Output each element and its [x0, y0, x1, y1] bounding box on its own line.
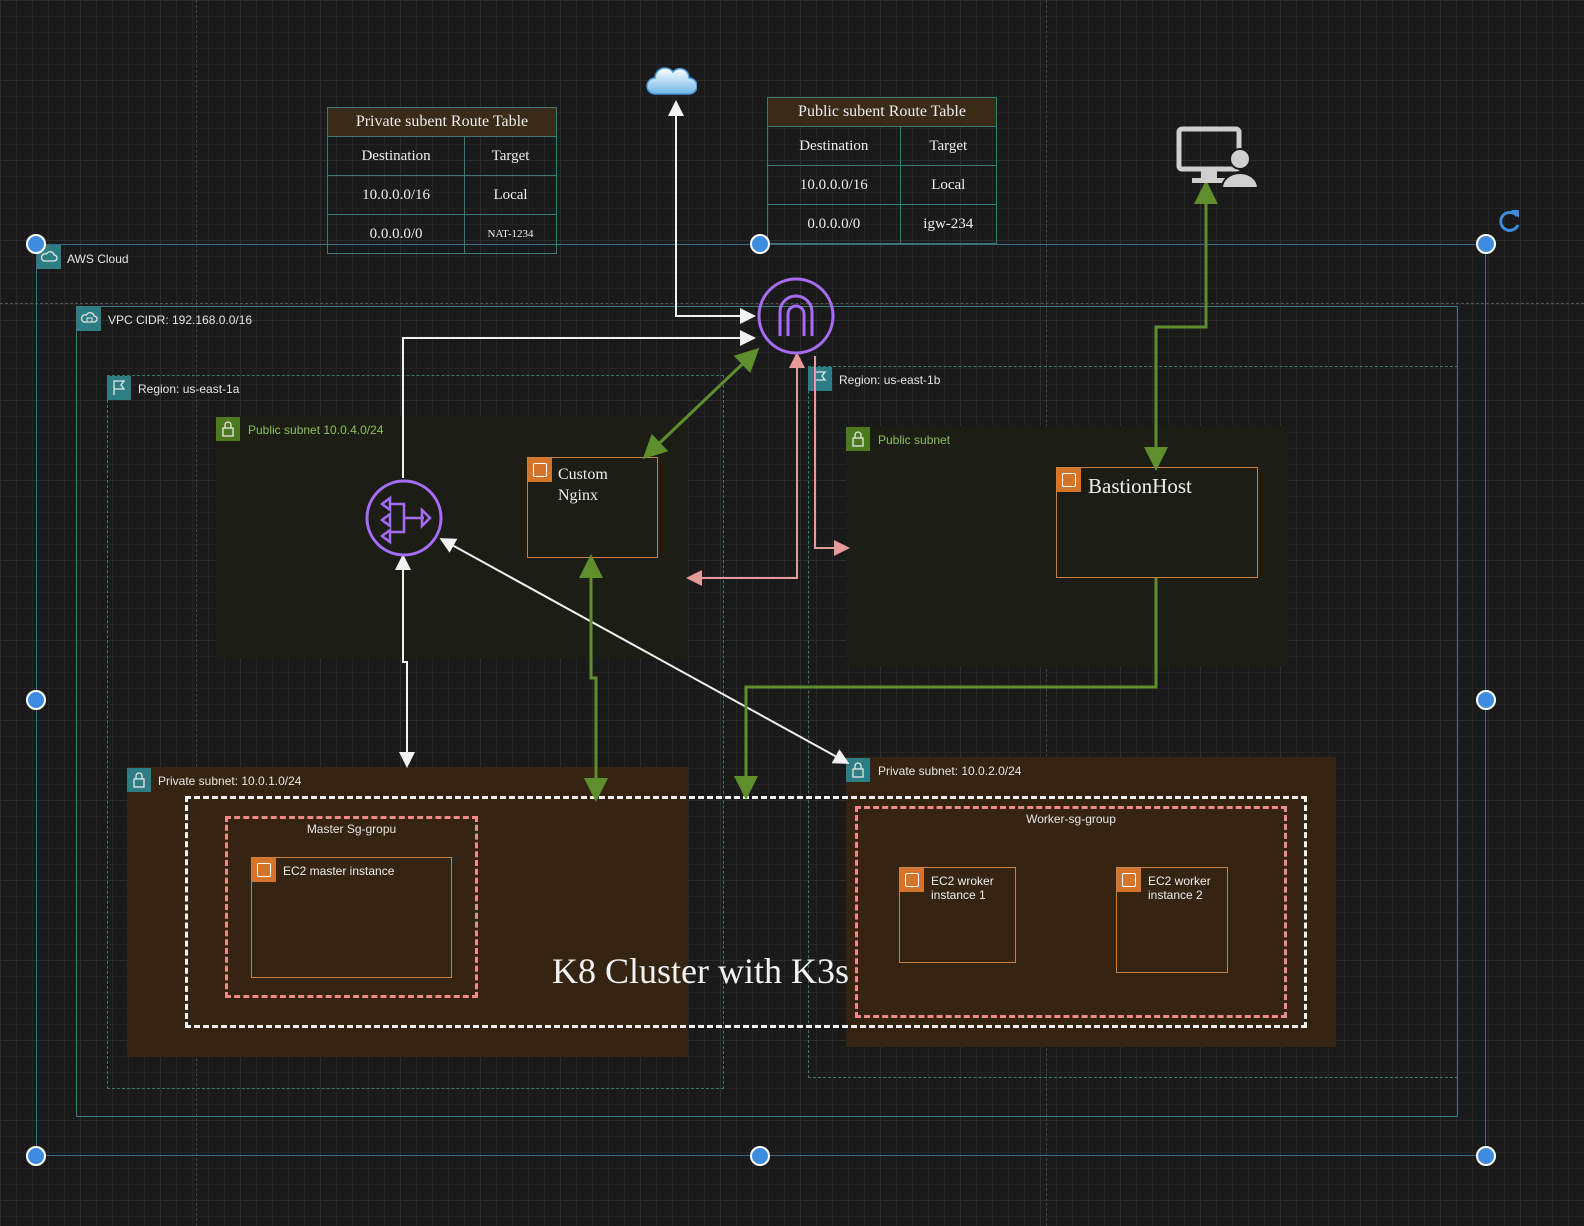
connector-igw-public-a: [686, 352, 805, 586]
selection-handle[interactable]: [26, 1146, 46, 1166]
selection-handle[interactable]: [1476, 1146, 1496, 1166]
connector-nat-private-b: [439, 538, 850, 764]
connector-igw-public-b: [814, 356, 850, 556]
internet-gateway-icon[interactable]: [756, 276, 836, 356]
connector-user-bastion: [1144, 180, 1218, 471]
selection-handle[interactable]: [26, 690, 46, 710]
connector-cloud-igw: [668, 100, 756, 324]
nat-gateway-icon[interactable]: [364, 478, 444, 558]
user-computer-icon: [1176, 126, 1258, 188]
connector-nginx-igw: [642, 347, 760, 460]
connector-nginx-cluster: [579, 554, 608, 802]
selection-handle[interactable]: [26, 234, 46, 254]
rotate-icon[interactable]: [1496, 207, 1524, 235]
selection-handle[interactable]: [1476, 690, 1496, 710]
selection-handle[interactable]: [750, 234, 770, 254]
connector-nat-igw: [402, 330, 756, 478]
connectors-layer: [395, 100, 1218, 802]
selection-handle[interactable]: [1476, 234, 1496, 254]
selection-handle[interactable]: [750, 1146, 770, 1166]
connector-bastion-cluster: [734, 578, 1158, 800]
connector-nat-private-a: [395, 554, 415, 768]
cloud-icon: [646, 67, 697, 95]
